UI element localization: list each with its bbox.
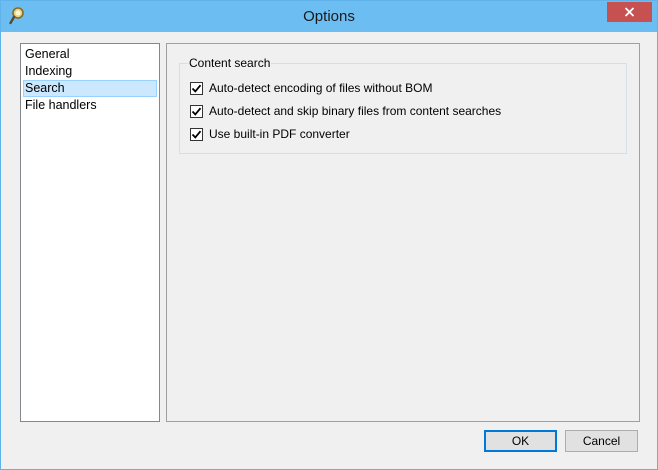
close-icon <box>624 7 635 17</box>
option-detect-encoding[interactable]: Auto-detect encoding of files without BO… <box>190 80 432 96</box>
skip-binary-checkbox[interactable] <box>190 104 203 118</box>
options-dialog: Options General Indexing Search File han… <box>0 0 658 470</box>
detect-encoding-checkbox[interactable] <box>190 81 203 95</box>
option-pdf-converter[interactable]: Use built-in PDF converter <box>190 126 350 142</box>
category-list[interactable]: General Indexing Search File handlers <box>20 43 160 422</box>
checkmark-icon <box>191 84 202 93</box>
ok-button[interactable]: OK <box>484 430 557 452</box>
search-settings-panel: Content search Auto-detect encoding of f… <box>166 43 640 422</box>
close-button[interactable] <box>607 2 652 22</box>
title-bar[interactable]: Options <box>1 1 657 32</box>
checkmark-icon <box>191 107 202 116</box>
pdf-converter-checkbox[interactable] <box>190 127 203 141</box>
dialog-body: General Indexing Search File handlers Co… <box>8 32 650 463</box>
nav-item-indexing[interactable]: Indexing <box>23 63 157 80</box>
cancel-button[interactable]: Cancel <box>565 430 638 452</box>
nav-item-general[interactable]: General <box>23 46 157 63</box>
nav-item-search[interactable]: Search <box>23 80 157 97</box>
group-title: Content search <box>188 55 272 71</box>
pdf-converter-label: Use built-in PDF converter <box>209 127 350 141</box>
detect-encoding-label: Auto-detect encoding of files without BO… <box>209 81 433 95</box>
skip-binary-label: Auto-detect and skip binary files from c… <box>209 104 502 118</box>
content-search-group: Content search Auto-detect encoding of f… <box>179 55 627 154</box>
window-title: Options <box>303 8 355 25</box>
option-skip-binary[interactable]: Auto-detect and skip binary files from c… <box>190 103 501 119</box>
checkmark-icon <box>191 130 202 139</box>
nav-item-file-handlers[interactable]: File handlers <box>23 97 157 114</box>
